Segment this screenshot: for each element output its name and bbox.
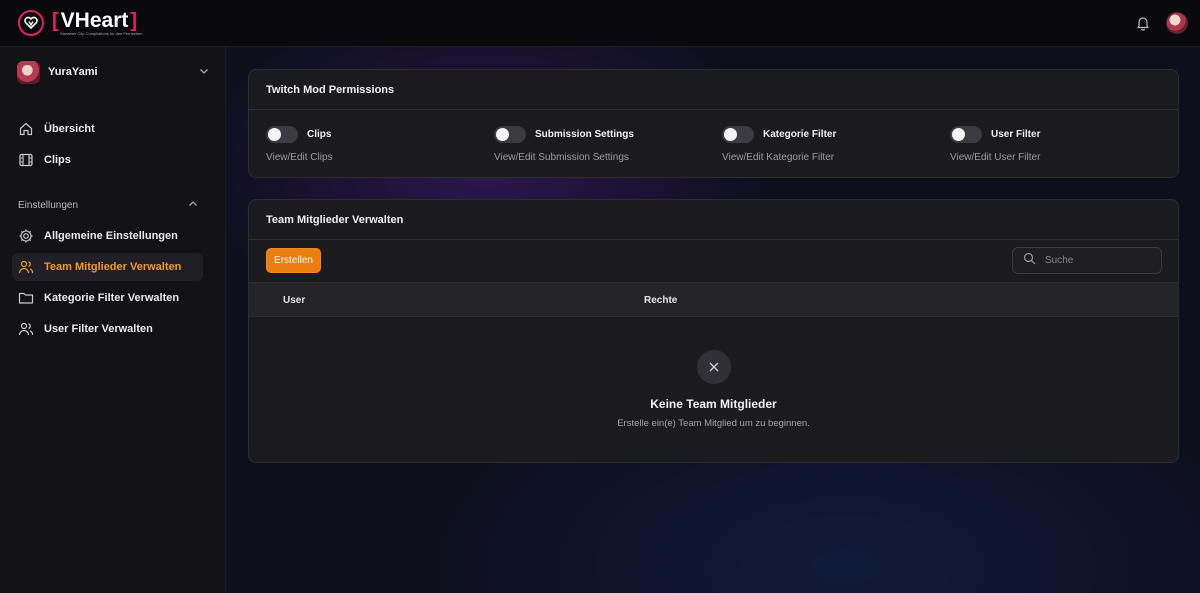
search-box — [1012, 247, 1162, 274]
empty-state-subtitle: Erstelle ein(e) Team Mitglied um zu begi… — [617, 418, 810, 429]
permission-description: View/Edit Clips — [266, 152, 333, 163]
column-header-rights[interactable]: Rechte — [644, 295, 677, 306]
permission-description: View/Edit User Filter — [950, 152, 1041, 163]
users-icon — [18, 259, 34, 275]
settings-section-toggle[interactable]: Einstellungen — [18, 199, 198, 212]
nav-item-overview[interactable]: Übersicht — [12, 115, 203, 143]
table-header: User Rechte — [249, 282, 1178, 317]
permission-description: View/Edit Kategorie Filter — [722, 152, 835, 163]
column-header-user[interactable]: User — [283, 295, 305, 306]
user-name: YuraYami — [48, 66, 98, 78]
chevron-up-icon — [188, 199, 198, 212]
sidebar-item-user-filter[interactable]: User Filter Verwalten — [12, 315, 203, 343]
search-icon — [1023, 252, 1036, 270]
logo[interactable]: [VHeart] Streamer Clip Compilations for … — [18, 10, 142, 36]
permissions-title: Twitch Mod Permissions — [249, 70, 1178, 110]
permission-title: User Filter — [991, 129, 1041, 140]
user-avatar-small — [17, 60, 40, 84]
home-icon — [18, 121, 34, 137]
empty-state-title: Keine Team Mitglieder — [650, 397, 777, 411]
sidebar-item-label: Team Mitglieder Verwalten — [44, 261, 182, 273]
team-title: Team Mitglieder Verwalten — [249, 200, 1178, 240]
sidebar-item-general-settings[interactable]: Allgemeine Einstellungen — [12, 222, 203, 250]
user-filter-toggle[interactable] — [950, 126, 982, 143]
brand-tagline: Streamer Clip Compilations for den Ferns… — [60, 31, 143, 36]
sidebar-item-label: User Filter Verwalten — [44, 323, 153, 335]
nav-item-label: Clips — [44, 154, 71, 166]
nav-item-clips[interactable]: Clips — [12, 146, 203, 174]
sidebar-item-label: Allgemeine Einstellungen — [44, 230, 178, 242]
permission-category-filter: Kategorie Filter View/Edit Kategorie Fil… — [722, 126, 836, 163]
empty-state: Keine Team Mitglieder Erstelle ein(e) Te… — [249, 350, 1178, 429]
section-label: Einstellungen — [18, 200, 79, 211]
sidebar-item-category-filter[interactable]: Kategorie Filter Verwalten — [12, 284, 203, 312]
logo-heart-icon — [18, 10, 44, 36]
clips-toggle[interactable] — [266, 126, 298, 143]
user-switcher[interactable]: YuraYami — [17, 60, 209, 84]
folder-icon — [18, 290, 34, 306]
top-bar: [VHeart] Streamer Clip Compilations for … — [0, 0, 1200, 47]
main-content: Twitch Mod Permissions Clips View/Edit C… — [226, 47, 1200, 593]
permission-title: Submission Settings — [535, 129, 634, 140]
close-icon — [696, 350, 731, 384]
chevron-down-icon — [199, 63, 209, 81]
logo-text: [VHeart] — [52, 9, 138, 32]
permission-title: Kategorie Filter — [763, 129, 837, 140]
create-button[interactable]: Erstellen — [266, 248, 321, 273]
permission-description: View/Edit Submission Settings — [494, 152, 629, 163]
search-input[interactable] — [1045, 255, 1145, 266]
film-icon — [18, 152, 34, 168]
nav-item-label: Übersicht — [44, 123, 95, 135]
permission-user-filter: User Filter View/Edit User Filter — [950, 126, 1040, 163]
sidebar: YuraYami Übersicht Clips Einstellungen A… — [0, 47, 226, 593]
gear-icon — [18, 228, 34, 244]
permission-clips: Clips View/Edit Clips — [266, 126, 333, 163]
users-icon — [18, 321, 34, 337]
category-filter-toggle[interactable] — [722, 126, 754, 143]
brand-name: VHeart — [60, 9, 129, 32]
sidebar-item-team-members[interactable]: Team Mitglieder Verwalten — [12, 253, 203, 281]
submission-settings-toggle[interactable] — [494, 126, 526, 143]
user-avatar[interactable] — [1166, 12, 1188, 34]
permission-title: Clips — [307, 129, 332, 140]
team-members-card: Team Mitglieder Verwalten Erstellen User… — [248, 199, 1179, 463]
permission-submission-settings: Submission Settings View/Edit Submission… — [494, 126, 634, 163]
sidebar-item-label: Kategorie Filter Verwalten — [44, 292, 180, 304]
permissions-card: Twitch Mod Permissions Clips View/Edit C… — [248, 69, 1179, 178]
bell-icon[interactable] — [1134, 14, 1152, 32]
